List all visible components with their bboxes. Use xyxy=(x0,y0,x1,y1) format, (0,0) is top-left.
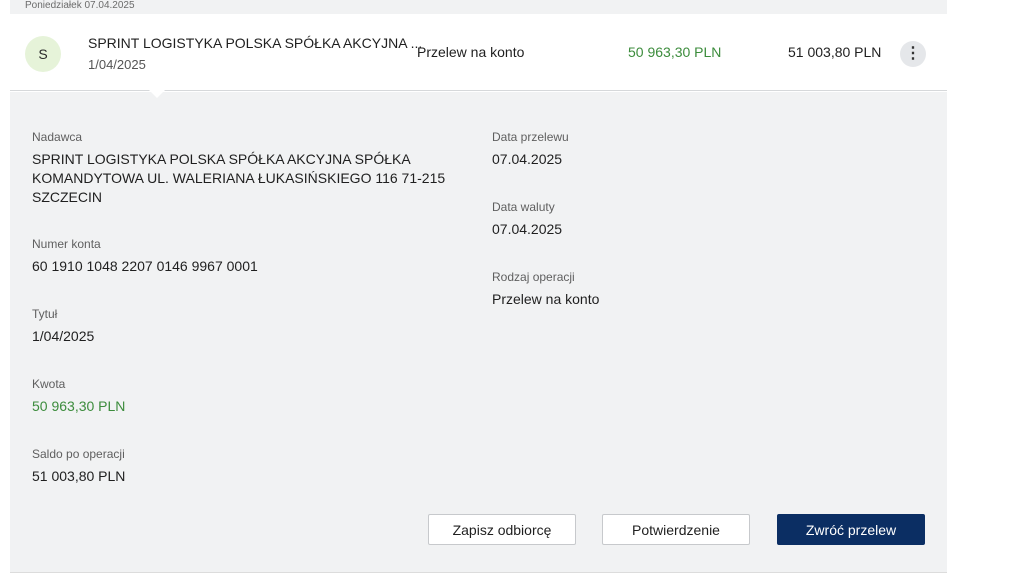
amount-label: Kwota xyxy=(32,377,66,391)
transfer-date-label: Data przelewu xyxy=(492,130,569,144)
sender-line-1: SPRINT LOGISTYKA POLSKA SPÓŁKA AKCYJNA S… xyxy=(32,151,411,167)
sender-line-3: SZCZECIN xyxy=(32,189,102,205)
operation-type-label: Rodzaj operacji xyxy=(492,270,575,284)
date-header: Poniedziałek 07.04.2025 xyxy=(25,0,135,11)
title-label: Tytuł xyxy=(32,307,58,321)
operation-type-value: Przelew na konto xyxy=(492,291,600,307)
save-recipient-button[interactable]: Zapisz odbiorcę xyxy=(428,514,576,545)
title-value: 1/04/2025 xyxy=(32,328,95,344)
currency-date-label: Data waluty xyxy=(492,200,555,214)
expand-caret xyxy=(148,89,166,98)
transaction-frame: Poniedziałek 07.04.2025 S SPRINT LOGISTY… xyxy=(0,0,1024,579)
amount-value: 50 963,30 PLN xyxy=(32,398,126,414)
more-options-icon[interactable]: ⋮ xyxy=(900,41,926,67)
transaction-balance: 51 003,80 PLN xyxy=(788,44,882,60)
sender-line-2: KOMANDYTOWA UL. WALERIANA ŁUKASIŃSKIEGO … xyxy=(32,170,446,186)
confirmation-button[interactable]: Potwierdzenie xyxy=(602,514,750,545)
account-label: Numer konta xyxy=(32,237,101,251)
currency-date-value: 07.04.2025 xyxy=(492,221,563,237)
return-transfer-button[interactable]: Zwróć przelew xyxy=(777,514,925,545)
transaction-type: Przelew na konto xyxy=(417,44,525,60)
balance-label: Saldo po operacji xyxy=(32,447,125,461)
transaction-amount: 50 963,30 PLN xyxy=(628,44,722,60)
date-header-bar: Poniedziałek 07.04.2025 xyxy=(10,0,947,14)
balance-value: 51 003,80 PLN xyxy=(32,468,126,484)
avatar: S xyxy=(25,36,61,72)
transaction-details-panel: Nadawca SPRINT LOGISTYKA POLSKA SPÓŁKA A… xyxy=(10,92,947,573)
account-value: 60 1910 1048 2207 0146 9967 0001 xyxy=(32,258,258,274)
sender-label: Nadawca xyxy=(32,130,83,144)
transfer-date-value: 07.04.2025 xyxy=(492,151,563,167)
transaction-title: 1/04/2025 xyxy=(88,57,146,72)
transaction-name: SPRINT LOGISTYKA POLSKA SPÓŁKA AKCYJNA .… xyxy=(88,35,423,51)
transaction-row[interactable]: S SPRINT LOGISTYKA POLSKA SPÓŁKA AKCYJNA… xyxy=(10,14,947,91)
